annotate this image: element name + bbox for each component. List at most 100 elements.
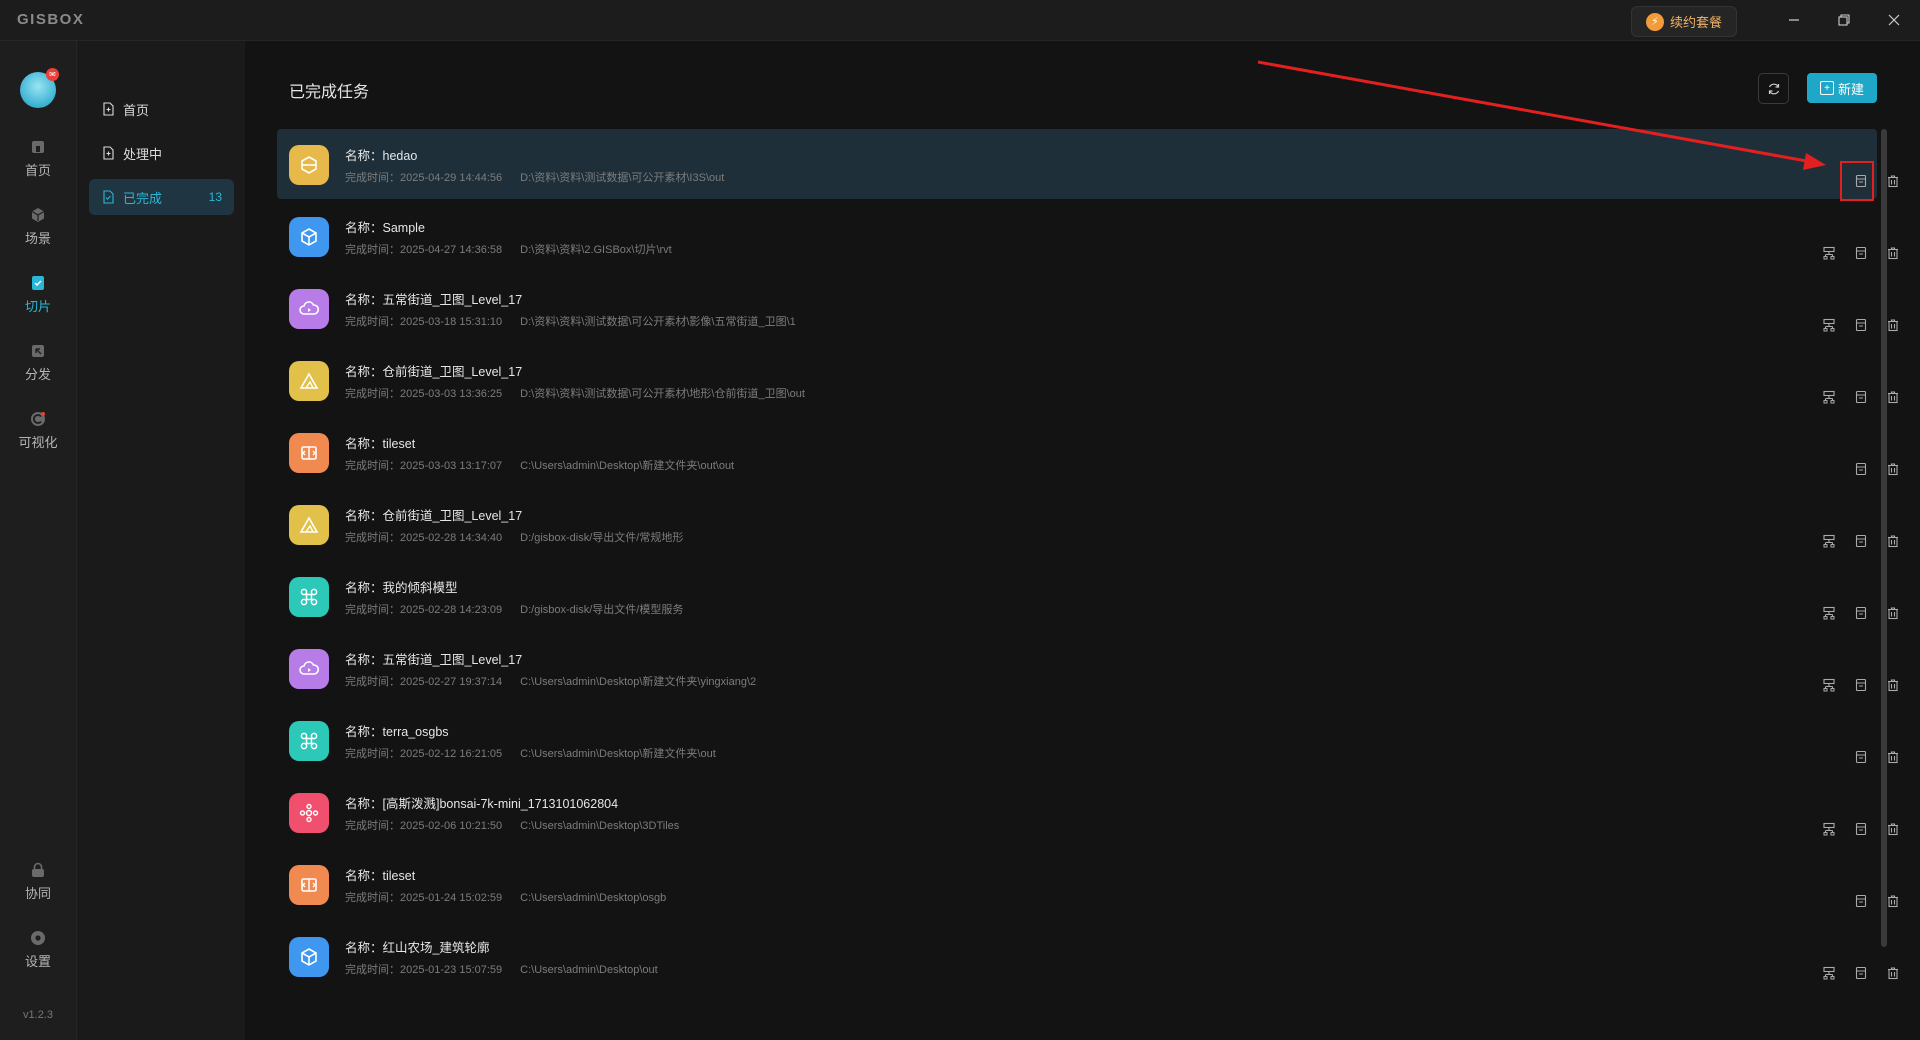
tileset-icon	[289, 865, 329, 905]
table-row[interactable]: 名称：五常街道_卫图_Level_17 完成时间：2025-03-18 15:3…	[277, 273, 1898, 343]
delete-button[interactable]	[1885, 965, 1901, 981]
view-detail-button[interactable]	[1853, 389, 1869, 405]
terrain-icon	[289, 505, 329, 545]
subnav-item-label: 处理中	[123, 146, 163, 162]
table-row[interactable]: 名称：仓前街道_卫图_Level_17 完成时间：2025-02-28 14:3…	[277, 489, 1898, 559]
publish-icon	[1822, 966, 1836, 980]
trash-icon	[1886, 966, 1900, 980]
nav-item-collab[interactable]: 协同	[0, 861, 76, 921]
table-row[interactable]: 名称：tileset 完成时间：2025-03-03 13:17:07 C:\Us…	[277, 417, 1898, 487]
subnav-item-completed[interactable]: 已完成 13	[89, 179, 234, 215]
view-detail-button[interactable]	[1853, 749, 1869, 765]
delete-button[interactable]	[1885, 605, 1901, 621]
document-icon	[1854, 318, 1868, 332]
task-name: 名称：tileset	[345, 437, 416, 451]
renew-plan-button[interactable]: ⚡ 续约套餐	[1631, 6, 1737, 37]
task-name: 名称：Sample	[345, 221, 425, 235]
delete-button[interactable]	[1885, 245, 1901, 261]
minimize-button[interactable]	[1772, 8, 1816, 32]
nav-item-settings[interactable]: 设置	[0, 929, 76, 989]
task-name: 名称：五常街道_卫图_Level_17	[345, 293, 523, 307]
close-button[interactable]	[1872, 8, 1916, 32]
nav-item-label: 可视化	[18, 435, 58, 450]
publish-service-button[interactable]	[1821, 605, 1837, 621]
view-detail-button[interactable]	[1853, 893, 1869, 909]
nav-item-home[interactable]: 首页	[0, 138, 76, 198]
task-path: C:\Users\admin\Desktop\3DTiles	[520, 820, 680, 832]
terrain-icon	[289, 361, 329, 401]
subnav-item-label: 首页	[123, 102, 150, 118]
view-detail-button[interactable]	[1853, 677, 1869, 693]
table-row[interactable]: 名称：terra_osgbs 完成时间：2025-02-12 16:21:05 C…	[277, 705, 1898, 775]
table-row[interactable]: 名称：红山农场_建筑轮廓 完成时间：2025-01-23 15:07:59 C:\…	[277, 921, 1898, 991]
view-detail-button[interactable]	[1853, 965, 1869, 981]
restore-button[interactable]	[1822, 8, 1866, 32]
view-detail-button[interactable]	[1853, 821, 1869, 837]
publish-service-button[interactable]	[1821, 245, 1837, 261]
delete-button[interactable]	[1885, 389, 1901, 405]
publish-service-button[interactable]	[1821, 677, 1837, 693]
subnav-item-processing[interactable]: 处理中	[89, 135, 234, 171]
delete-button[interactable]	[1885, 173, 1901, 189]
task-meta: 完成时间：2025-02-28 14:23:09 D:/gisbox-disk/导…	[345, 604, 684, 616]
table-row[interactable]: 名称：[高斯泼溅]bonsai-7k-mini_1713101062804 完成…	[277, 777, 1898, 847]
view-detail-button[interactable]	[1853, 317, 1869, 333]
task-path: C:\Users\admin\Desktop\新建文件夹\yingxiang\2	[520, 676, 757, 688]
publish-icon	[1822, 606, 1836, 620]
table-row[interactable]: 名称：五常街道_卫图_Level_17 完成时间：2025-02-27 19:3…	[277, 633, 1898, 703]
task-name: 名称：仓前街道_卫图_Level_17	[345, 509, 523, 523]
trash-icon	[1886, 822, 1900, 836]
delete-button[interactable]	[1885, 533, 1901, 549]
delete-button[interactable]	[1885, 317, 1901, 333]
document-icon	[1854, 462, 1868, 476]
table-row[interactable]: 名称：Sample 完成时间：2025-04-27 14:36:58 D:\资料\…	[277, 201, 1898, 271]
left-nav: ✉ 首页 场景 切片 分发 可视化 协同 设置 v1.2.3	[0, 41, 77, 1040]
title-bar: GISBOX ⚡ 续约套餐	[0, 0, 1920, 41]
cube-icon	[289, 937, 329, 977]
publish-service-button[interactable]	[1821, 965, 1837, 981]
delete-button[interactable]	[1885, 677, 1901, 693]
delete-button[interactable]	[1885, 821, 1901, 837]
publish-icon	[1822, 822, 1836, 836]
completed-count: 13	[208, 190, 222, 204]
publish-service-button[interactable]	[1821, 317, 1837, 333]
table-row[interactable]: 名称：tileset 完成时间：2025-01-24 15:02:59 C:\Us…	[277, 849, 1898, 919]
task-meta: 完成时间：2025-02-12 16:21:05 C:\Users\admin\D…	[345, 748, 716, 760]
delete-button[interactable]	[1885, 461, 1901, 477]
nav-item-visualize[interactable]: 可视化	[0, 410, 76, 470]
avatar[interactable]: ✉	[20, 68, 59, 108]
document-icon	[1854, 966, 1868, 980]
publish-service-button[interactable]	[1821, 821, 1837, 837]
task-meta: 完成时间：2025-03-03 13:36:25 D:\资料\资料\测试数据\可公…	[345, 388, 805, 400]
trash-icon	[1886, 678, 1900, 692]
nav-item-scene[interactable]: 场景	[0, 206, 76, 266]
nav-item-distribute[interactable]: 分发	[0, 342, 76, 402]
table-row[interactable]: 名称：仓前街道_卫图_Level_17 完成时间：2025-03-03 13:3…	[277, 345, 1898, 415]
publish-service-button[interactable]	[1821, 533, 1837, 549]
trash-icon	[1886, 606, 1900, 620]
nav-item-slice[interactable]: 切片	[0, 274, 76, 334]
trash-icon	[1886, 894, 1900, 908]
view-detail-button[interactable]	[1853, 605, 1869, 621]
notification-badge: ✉	[46, 68, 59, 81]
image-cloud-icon	[289, 289, 329, 329]
view-detail-button[interactable]	[1853, 245, 1869, 261]
table-row[interactable]: 名称：我的倾斜模型 完成时间：2025-02-28 14:23:09 D:/gis…	[277, 561, 1898, 631]
settings-icon	[31, 931, 45, 945]
renew-plan-label: 续约套餐	[1669, 15, 1722, 30]
publish-icon	[1822, 534, 1836, 548]
nav-item-label: 切片	[24, 299, 51, 314]
gaussian-icon	[289, 793, 329, 833]
delete-button[interactable]	[1885, 749, 1901, 765]
publish-icon	[1822, 246, 1836, 260]
scrollbar[interactable]	[1881, 129, 1887, 947]
view-detail-button[interactable]	[1853, 461, 1869, 477]
subnav-item-home[interactable]: 首页	[89, 91, 234, 127]
drone-icon	[289, 721, 329, 761]
publish-service-button[interactable]	[1821, 389, 1837, 405]
main-panel: 已完成任务 + 新建 名称：hedao 完成时间：2025-04-29 14:4…	[245, 41, 1920, 1040]
delete-button[interactable]	[1885, 893, 1901, 909]
view-detail-button[interactable]	[1853, 533, 1869, 549]
task-path: C:\Users\admin\Desktop\新建文件夹\out	[520, 748, 716, 760]
slice-icon	[32, 276, 44, 290]
